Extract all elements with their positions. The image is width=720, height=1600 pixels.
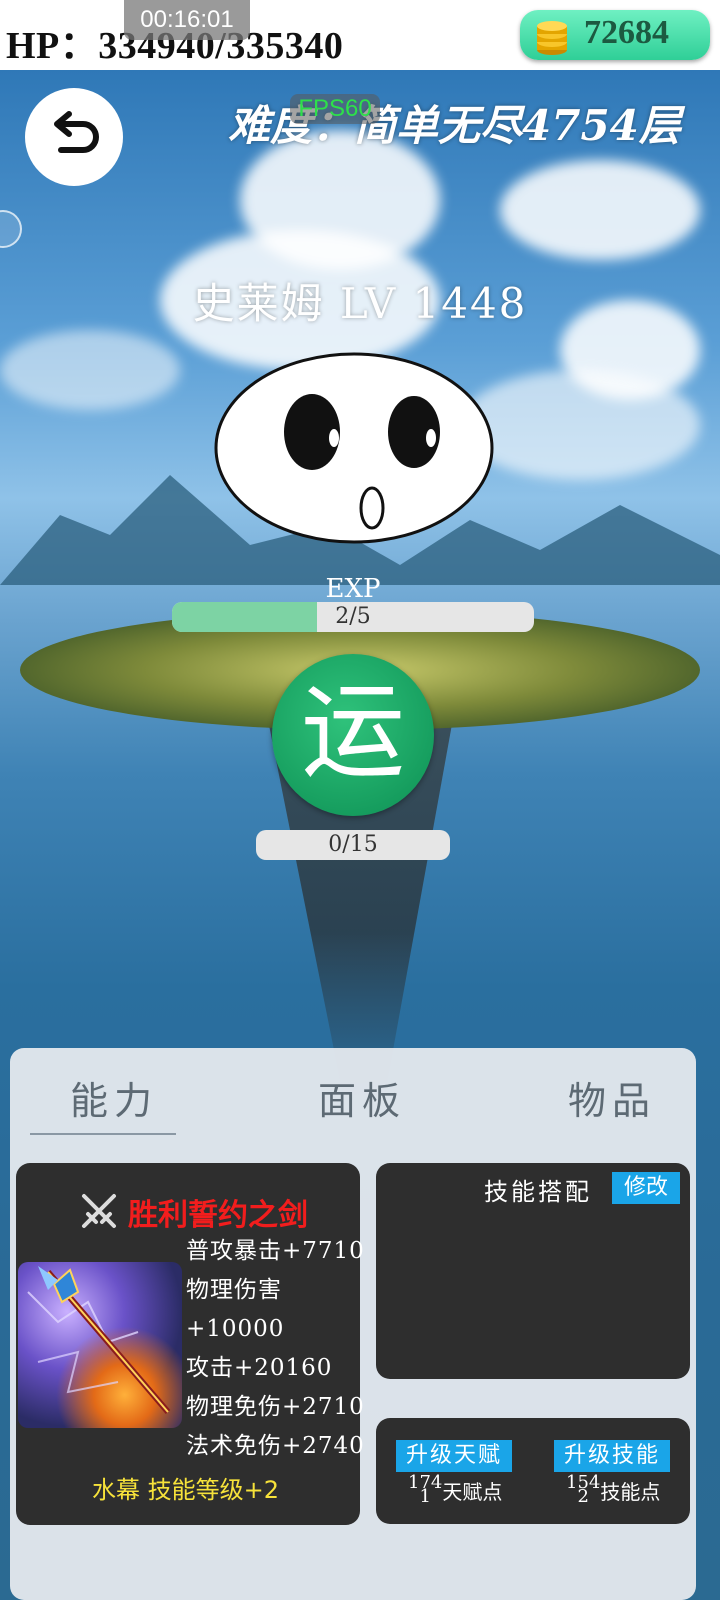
weapon-bonus: 水幕 技能等级+2 [92,1476,280,1504]
top-bar: HP：334940/335340 72684 [0,0,720,70]
exp-value: 2/5 [335,604,371,629]
weapon-stats: 普攻暴击+7710 物理伤害 +10000 攻击+20160 物理免伤+2710… [186,1232,365,1466]
yun-button-label: 运 [300,671,405,793]
active-tab-indicator [30,1133,176,1135]
talent-points-label: 天赋点 [442,1480,503,1504]
weapon-image [18,1262,182,1428]
talent-points: 174 1 天赋点 [408,1474,503,1507]
skill-points-label: 技能点 [600,1480,661,1504]
weapon-stat: 普攻暴击+7710 [186,1238,365,1264]
back-arrow-icon [54,111,99,153]
weapon-stat: 物理伤害 [186,1277,282,1303]
crossed-swords-icon [82,1194,116,1228]
yun-progress-bar: 0/15 [256,830,450,860]
skill-points: 154 2 技能点 [566,1474,661,1507]
exp-bar: 2/5 [172,602,534,632]
tab-ability[interactable]: 能力 [70,1070,158,1125]
skill-loadout-title: 技能搭配 [484,1178,592,1206]
timer: 00:16:01 [124,0,250,40]
modify-button[interactable]: 修改 [612,1172,680,1204]
weapon-stat: 物理免伤+2710 [186,1394,365,1420]
monster-name: 史莱姆 LV 1448 [192,279,528,328]
slime-monster[interactable] [212,350,496,546]
skill-points-bottom: 2 [577,1486,589,1507]
upgrade-skill-button[interactable]: 升级技能 [554,1440,670,1472]
fps-counter: FPS60 [290,94,380,124]
yun-button[interactable]: 运 [272,654,434,816]
weapon-stat: 攻击+20160 [186,1355,333,1381]
upgrade-talent-button[interactable]: 升级天赋 [396,1440,512,1472]
tab-items[interactable]: 物品 [568,1070,656,1125]
weapon-name: 胜利誓约之剑 [128,1198,308,1233]
exp-label: EXP [325,574,381,604]
tab-panel[interactable]: 面板 [318,1070,406,1125]
yun-progress-value: 0/15 [328,832,378,857]
talent-points-bottom: 1 [419,1486,431,1507]
coin-stack-icon [537,21,567,55]
gold-amount: 72684 [584,14,669,51]
back-button[interactable] [25,88,123,186]
weapon-stat: +10000 [186,1316,285,1342]
weapon-stat: 法术免伤+2740 [186,1433,365,1459]
gold-counter[interactable]: 72684 [520,10,710,60]
